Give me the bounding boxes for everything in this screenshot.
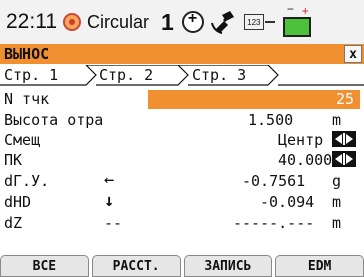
point-number-label: N тчк xyxy=(4,90,50,108)
status-bar: 22:11 Circular 1 123 − + xyxy=(0,0,364,44)
point-number-field[interactable]: 25 xyxy=(148,90,360,109)
chainage-selector-arrows-icon[interactable] xyxy=(332,151,356,167)
reflector-height-value[interactable]: 1.500 xyxy=(248,111,293,129)
warning-icon[interactable] xyxy=(63,13,81,31)
keyboard-cable-icon xyxy=(264,21,275,23)
softkey-all[interactable]: ВСЕ xyxy=(0,255,89,277)
delta-z-unit: m xyxy=(332,214,342,232)
offset-value[interactable]: Центр xyxy=(278,131,323,149)
softkey-edm[interactable]: EDM xyxy=(275,255,364,277)
prism-mode[interactable]: Circular xyxy=(87,12,149,33)
row-delta-z: dZ -- -----.--- m xyxy=(0,214,364,233)
page-title: ВЫНОС xyxy=(4,45,50,63)
battery-plus: + xyxy=(301,4,309,18)
point-number-value: 25 xyxy=(335,90,354,108)
row-offset: Смещ Центр xyxy=(0,131,364,150)
delta-hz-label: dГ.У. xyxy=(4,172,50,190)
row-reflector-height: Высота отра 1.500 m xyxy=(0,111,364,130)
delta-z-label: dZ xyxy=(4,214,23,232)
delta-z-value: -----.--- xyxy=(233,214,315,232)
down-arrow-icon: ↓ xyxy=(104,191,115,211)
tab-page-1[interactable]: Стр. 1 xyxy=(4,66,58,84)
battery-icon[interactable]: − + xyxy=(281,2,313,39)
tab-page-3[interactable]: Стр. 3 xyxy=(192,66,246,84)
row-delta-hz: dГ.У. ← -0.7561 g xyxy=(0,170,364,191)
satellite-icon[interactable] xyxy=(210,9,236,35)
left-arrow-icon: ← xyxy=(104,170,115,190)
reflector-height-unit: m xyxy=(332,111,342,129)
target-icon[interactable] xyxy=(181,10,204,33)
chainage-value[interactable]: 40.000 xyxy=(278,151,332,169)
battery-level xyxy=(282,17,311,37)
delta-hz-value: -0.7561 xyxy=(242,172,306,190)
battery-minus: − xyxy=(286,2,294,16)
row-chainage: ПК 40.000 xyxy=(0,151,364,170)
softkey-bar: ВСЕ РАССТ. ЗАПИСЬ EDM xyxy=(0,255,364,277)
delta-hz-unit: g xyxy=(332,172,342,190)
offset-selector-arrows-icon[interactable] xyxy=(332,131,356,147)
delta-hd-unit: m xyxy=(332,193,342,211)
tab-bar: Стр. 1 Стр. 2 Стр. 3 xyxy=(0,65,364,86)
row-point-number: N тчк 25 xyxy=(0,90,364,109)
tab-page-2[interactable]: Стр. 2 xyxy=(99,66,153,84)
keyboard-icon[interactable]: 123 xyxy=(243,14,264,30)
row-delta-hd: dHD ↓ -0.094 m xyxy=(0,191,364,212)
delta-z-indicator: -- xyxy=(104,214,123,232)
delta-hd-label: dHD xyxy=(4,193,32,211)
title-bar: ВЫНОС x xyxy=(0,44,364,64)
close-button[interactable]: x xyxy=(344,45,362,63)
delta-hd-value: -0.094 xyxy=(260,193,315,211)
offset-label: Смещ xyxy=(4,131,41,149)
softkey-record[interactable]: ЗАПИСЬ xyxy=(183,255,273,277)
clock: 22:11 xyxy=(6,10,57,33)
reflector-height-label: Высота отра xyxy=(4,111,104,129)
face-indicator[interactable]: 1 xyxy=(161,9,174,36)
softkey-distance[interactable]: РАССТ. xyxy=(91,255,181,277)
chainage-label: ПК xyxy=(4,151,23,169)
